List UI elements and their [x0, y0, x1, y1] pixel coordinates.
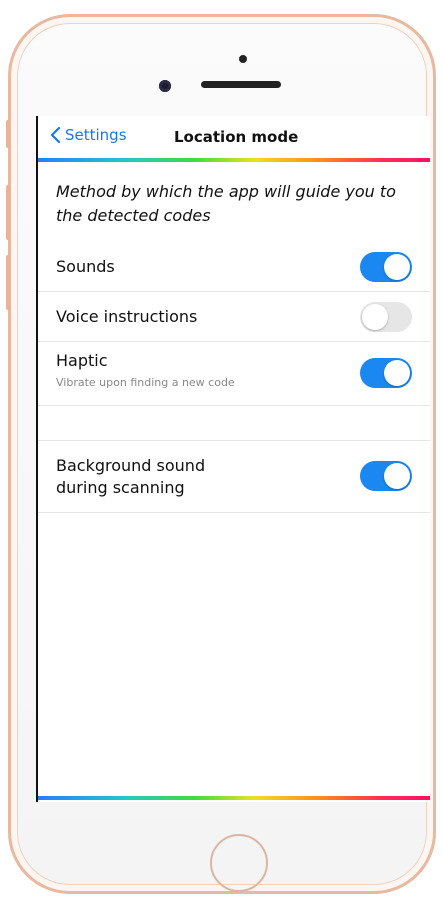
mute-switch: [6, 120, 10, 148]
navigation-bar: Settings Location mode: [38, 116, 430, 158]
back-button[interactable]: Settings: [50, 126, 127, 144]
rainbow-divider-bottom: [38, 796, 430, 800]
sounds-toggle[interactable]: [360, 252, 412, 282]
setting-subtitle: Vibrate upon finding a new code: [56, 376, 235, 389]
volume-up-button: [6, 185, 10, 240]
setting-row-haptic: Haptic Vibrate upon finding a new code: [38, 342, 430, 406]
toggle-knob: [362, 304, 388, 330]
toggle-knob: [384, 463, 410, 489]
home-button[interactable]: [210, 834, 268, 892]
rainbow-divider-top: [38, 158, 430, 162]
chevron-left-icon: [50, 126, 61, 144]
front-camera: [159, 80, 171, 92]
section-spacer: [38, 407, 430, 441]
haptic-toggle[interactable]: [360, 358, 412, 388]
voice-instructions-toggle[interactable]: [360, 302, 412, 332]
back-button-label: Settings: [65, 126, 127, 144]
setting-label: Haptic: [56, 351, 108, 370]
background-sound-toggle[interactable]: [360, 461, 412, 491]
setting-label: Background sound during scanning: [56, 456, 206, 497]
setting-row-sounds: Sounds: [38, 242, 430, 292]
setting-label: Sounds: [56, 257, 115, 276]
page-title: Location mode: [174, 128, 299, 146]
earpiece-speaker: [201, 81, 281, 88]
setting-row-voice-instructions: Voice instructions: [38, 292, 430, 342]
toggle-knob: [384, 360, 410, 386]
app-screen: Settings Location mode Method by which t…: [36, 116, 430, 802]
setting-row-background-sound: Background sound during scanning: [38, 441, 430, 513]
volume-down-button: [6, 255, 10, 310]
setting-label: Voice instructions: [56, 307, 198, 326]
description-text: Method by which the app will guide you t…: [56, 182, 396, 225]
sensor-dot: [239, 55, 247, 63]
toggle-knob: [384, 254, 410, 280]
